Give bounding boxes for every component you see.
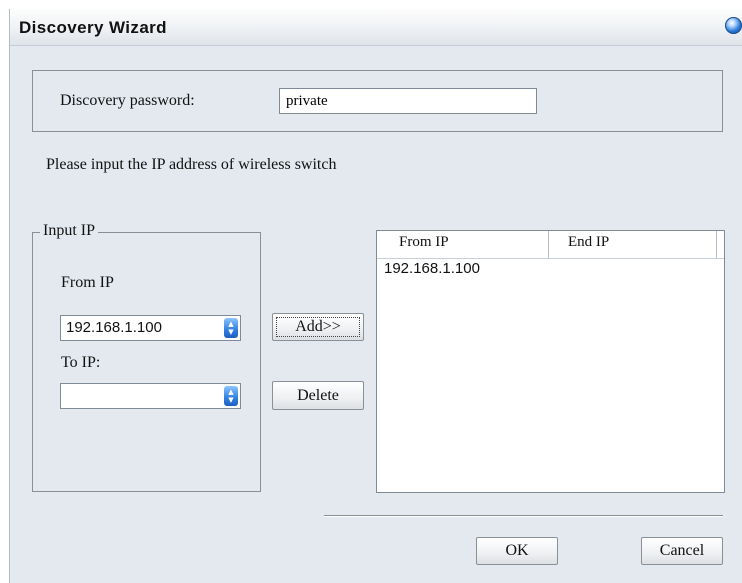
cancel-button[interactable]: Cancel: [641, 537, 723, 565]
delete-button[interactable]: Delete: [272, 381, 364, 410]
dialog-title: Discovery Wizard: [19, 18, 167, 37]
add-button[interactable]: Add>>: [272, 313, 364, 341]
column-header-end-ip[interactable]: End IP: [568, 234, 609, 251]
password-panel: Discovery password:: [32, 70, 723, 132]
list-header: From IP End IP: [377, 231, 724, 259]
input-ip-group: Input IP From IP 192.168.1.100 ▲ ▼ To IP:…: [32, 222, 261, 492]
instruction-text: Please input the IP address of wireless …: [46, 156, 337, 173]
from-ip-value: 192.168.1.100: [66, 319, 162, 336]
up-down-arrow-icon[interactable]: ▲ ▼: [224, 386, 238, 406]
discovery-wizard-dialog: Discovery Wizard Discovery password: Ple…: [9, 9, 742, 583]
from-ip-label: From IP: [61, 274, 114, 291]
password-label: Discovery password:: [60, 92, 195, 109]
delete-button-label: Delete: [297, 387, 339, 404]
cancel-button-label: Cancel: [659, 542, 705, 559]
column-header-from-ip[interactable]: From IP: [399, 234, 449, 251]
from-ip-combobox[interactable]: 192.168.1.100 ▲ ▼: [60, 315, 241, 341]
help-orb-icon[interactable]: [725, 17, 742, 34]
ok-button-label: OK: [505, 542, 529, 559]
column-divider[interactable]: [716, 231, 717, 259]
footer-divider: [324, 515, 723, 517]
focus-ring: [276, 317, 360, 337]
to-ip-combobox[interactable]: ▲ ▼: [60, 383, 241, 409]
column-divider[interactable]: [548, 231, 549, 259]
list-item[interactable]: 192.168.1.100: [377, 260, 724, 280]
to-ip-label: To IP:: [61, 354, 101, 371]
up-down-arrow-icon[interactable]: ▲ ▼: [224, 318, 238, 338]
input-ip-legend: Input IP: [40, 222, 98, 240]
ip-range-list[interactable]: From IP End IP 192.168.1.100: [376, 230, 725, 493]
ok-button[interactable]: OK: [476, 537, 558, 565]
discovery-password-input[interactable]: [279, 88, 537, 114]
list-item-from-ip: 192.168.1.100: [384, 260, 480, 277]
title-bar[interactable]: Discovery Wizard: [10, 9, 742, 46]
